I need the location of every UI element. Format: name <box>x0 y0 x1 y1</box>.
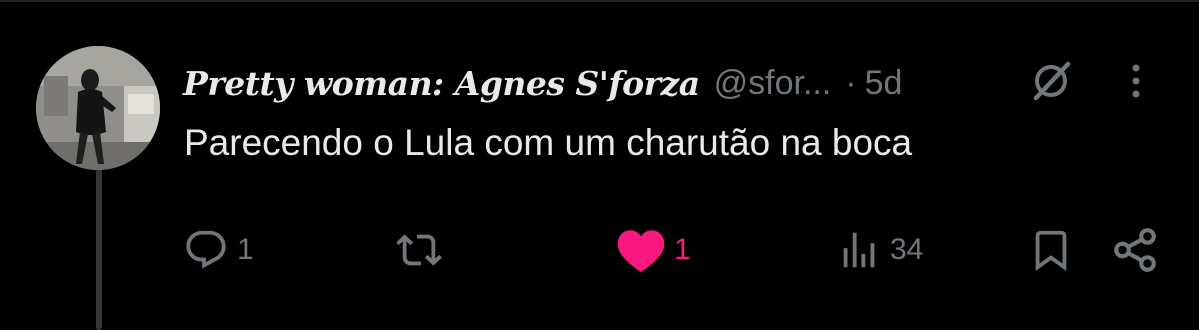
like-count: 1 <box>674 233 691 266</box>
grok-icon[interactable] <box>1026 56 1076 106</box>
heart-filled-icon <box>617 230 665 272</box>
share-icon <box>1114 228 1156 272</box>
retweet-button[interactable] <box>396 222 450 278</box>
views-icon <box>843 232 875 268</box>
retweet-icon <box>396 234 442 266</box>
display-name[interactable]: Pretty woman: Agnes S'forza <box>183 64 700 103</box>
like-button[interactable]: 1 <box>616 222 691 278</box>
thread-connector-line <box>96 168 102 330</box>
bookmark-button[interactable] <box>1028 222 1074 278</box>
views-button[interactable]: 34 <box>836 222 923 278</box>
timestamp[interactable]: 5d <box>865 64 903 103</box>
views-count: 34 <box>890 233 924 266</box>
share-button[interactable] <box>1110 222 1160 278</box>
reply-count: 1 <box>237 233 254 266</box>
separator-dot: · <box>845 63 857 102</box>
bookmark-icon <box>1035 230 1067 271</box>
tweet-header: Pretty woman: Agnes S'forza @sfor... · 5… <box>183 58 902 108</box>
more-vertical-icon[interactable] <box>1124 56 1148 106</box>
top-divider <box>0 0 1199 2</box>
avatar-photo <box>36 46 160 170</box>
tweet-text: Parecendo o Lula com um charutão na boca <box>184 122 913 163</box>
user-handle[interactable]: @sfor... <box>714 64 832 103</box>
reply-button[interactable]: 1 <box>183 222 254 278</box>
reply-icon <box>186 230 226 269</box>
avatar[interactable] <box>36 46 160 170</box>
